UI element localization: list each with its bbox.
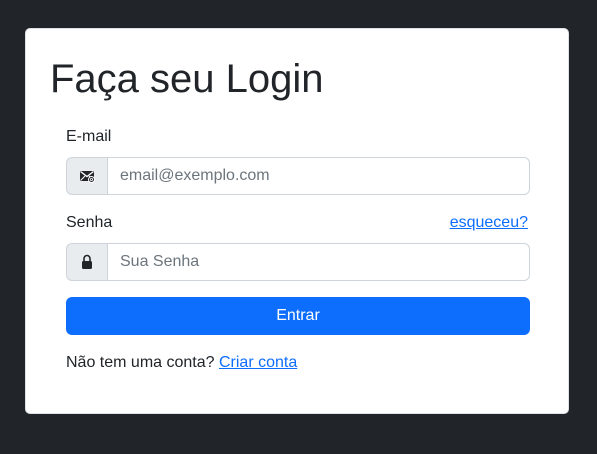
email-label: E-mail [66,128,112,145]
create-account-link[interactable]: Criar conta [219,354,297,371]
signup-prompt: Não tem uma conta? Criar conta [66,353,297,373]
email-input[interactable] [108,157,530,195]
password-label: Senha [66,214,113,231]
password-input[interactable] [108,243,530,281]
signup-text: Não tem uma conta? [66,354,215,371]
login-button[interactable]: Entrar [66,297,530,335]
lock-icon [66,243,108,281]
password-input-group [66,243,530,281]
login-card: Faça seu Login E-mail Senha esqueceu? En… [25,28,569,414]
forgot-password-link[interactable]: esqueceu? [450,213,528,233]
email-input-group [66,157,530,195]
envelope-icon [66,157,108,195]
page-title: Faça seu Login [50,57,324,101]
